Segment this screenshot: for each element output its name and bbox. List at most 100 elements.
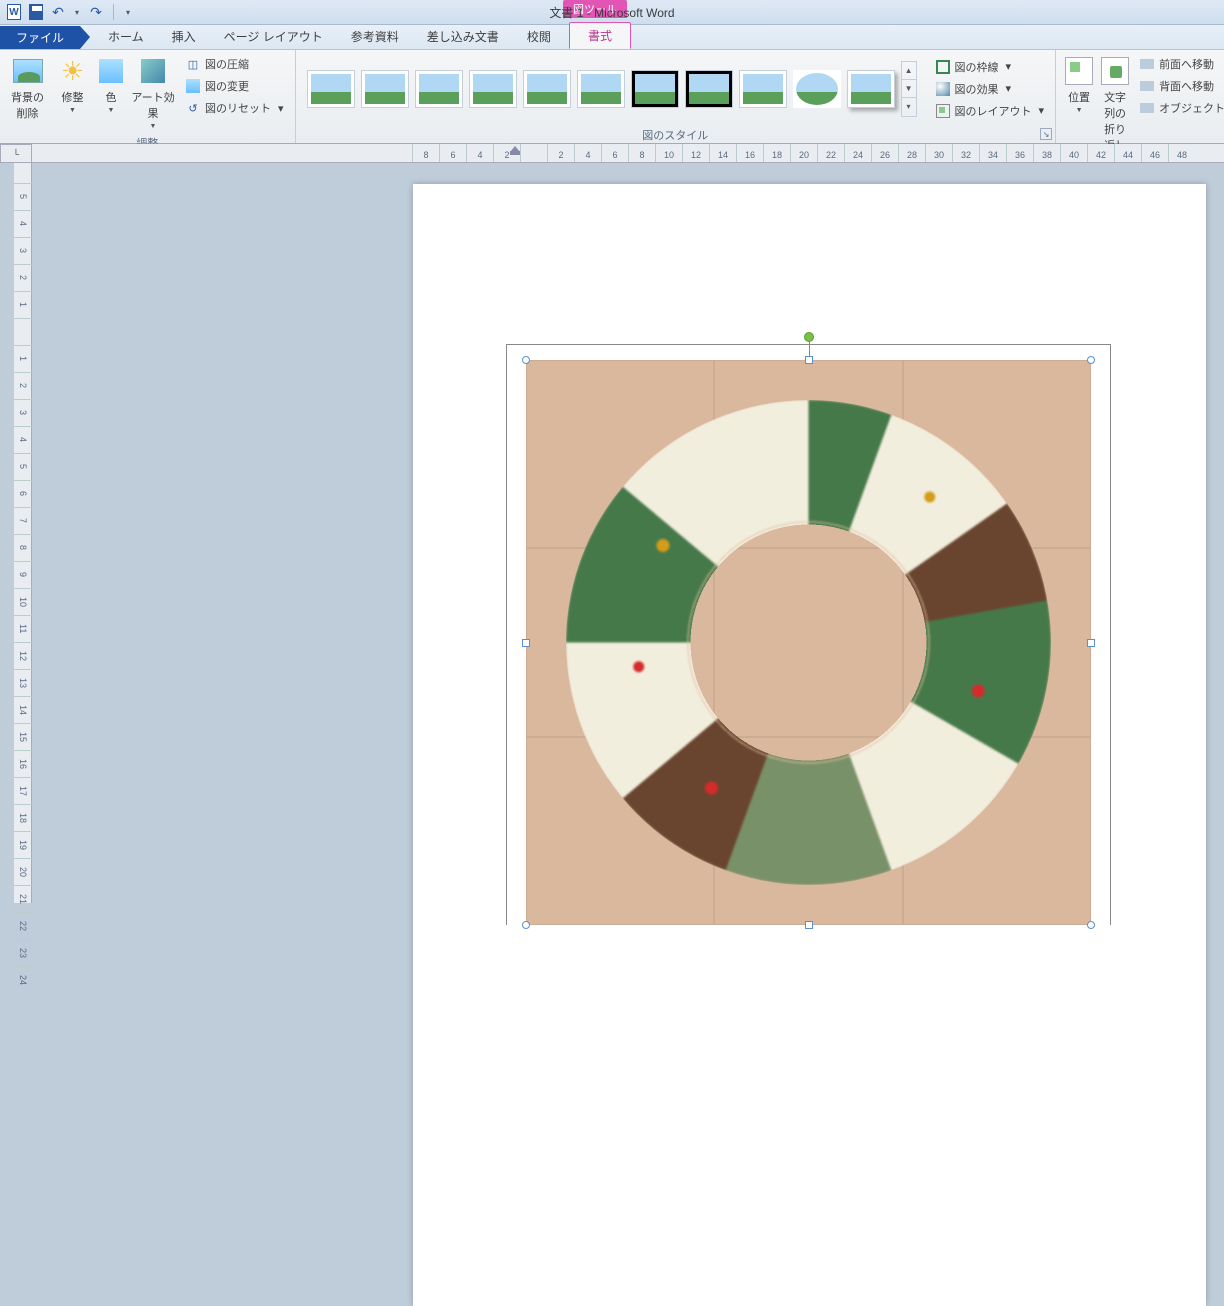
style-thumb[interactable] [631,70,679,108]
undo-dropdown[interactable]: ▾ [72,8,82,17]
compress-pictures-button[interactable]: ◫図の圧縮 [183,55,286,73]
tab-insert[interactable]: 挿入 [158,24,210,49]
picture-border-button[interactable]: 図の枠線▾ [933,58,1047,76]
compress-icon: ◫ [185,56,201,72]
selection-icon [1139,100,1155,116]
window-title: 文書 1 - Microsoft Word [549,4,674,21]
backward-icon [1139,78,1155,94]
border-icon [935,59,951,75]
group-picture-styles: ▲ ▼ ▾ 図の枠線▾ 図の効果▾ 図のレイアウト▾ 図のスタイル ↘ [296,50,1057,143]
ruler-tick: 4 [14,426,32,453]
ruler-tick: 8 [412,144,439,163]
gallery-down-icon[interactable]: ▼ [902,80,916,98]
style-thumb[interactable] [307,70,355,108]
horizontal-ruler[interactable]: 8642246810121416182022242628303234363840… [32,144,1224,163]
resize-handle-rc[interactable] [1087,639,1095,647]
style-thumb[interactable] [361,70,409,108]
ruler-tick: 22 [14,912,32,939]
ruler-tick: 17 [14,777,32,804]
selection-pane-button[interactable]: オブジェクトの [1137,99,1224,117]
ruler-tick: 24 [14,966,32,993]
ruler-tick: 20 [14,858,32,885]
qat-customize-dropdown[interactable]: ▾ [123,8,133,17]
position-button[interactable]: 位置 ▼ [1061,53,1097,116]
tab-review[interactable]: 校閲 [513,24,565,49]
ribbon-tabs: ファイル ホーム 挿入 ページ レイアウト 参考資料 差し込み文書 校閲 表示 … [0,25,1224,50]
ruler-tick: 18 [14,804,32,831]
picture-effects-button[interactable]: 図の効果▾ [933,80,1047,98]
picture-styles-gallery[interactable]: ▲ ▼ ▾ [301,55,923,123]
ruler-tick: 44 [1114,144,1141,163]
ruler-tick: 48 [1168,144,1195,163]
resize-handle-br[interactable] [1087,921,1095,929]
change-picture-button[interactable]: 図の変更 [183,77,286,95]
vertical-ruler[interactable]: 5432112345678910111213141516171819202122… [14,163,32,903]
reset-picture-button[interactable]: ↺図のリセット▾ [183,99,286,117]
resize-handle-bl[interactable] [522,921,530,929]
style-thumb[interactable] [685,70,733,108]
ruler-tick: 24 [844,144,871,163]
color-button[interactable]: 色 ▼ [95,53,127,116]
resize-handle-tc[interactable] [805,356,813,364]
selected-image[interactable] [526,360,1091,925]
corrections-button[interactable]: ☀ 修整 ▼ [50,53,95,116]
rotation-connector [809,342,810,356]
ruler-tick: 13 [14,669,32,696]
gallery-more-icon[interactable]: ▾ [902,98,916,116]
save-button[interactable] [28,4,44,20]
ruler-tick: 6 [439,144,466,163]
group-styles-label: 図のスタイル [642,130,708,142]
style-thumb[interactable] [847,70,895,108]
resize-handle-tr[interactable] [1087,356,1095,364]
bring-forward-button[interactable]: 前面へ移動 [1137,55,1224,73]
style-thumb[interactable] [793,70,841,108]
chevron-down-icon: ▾ [1039,104,1045,117]
ruler-tick: 2 [547,144,574,163]
style-thumb[interactable] [577,70,625,108]
ruler-tick: 34 [979,144,1006,163]
ruler-corner-tab-icon[interactable]: └ [0,144,32,163]
wreath-image [526,360,1091,925]
resize-handle-tl[interactable] [522,356,530,364]
style-thumb[interactable] [469,70,517,108]
remove-background-button[interactable]: 背景の 削除 [5,53,50,123]
tab-mailings[interactable]: 差し込み文書 [413,24,513,49]
style-thumb[interactable] [523,70,571,108]
gallery-scroll[interactable]: ▲ ▼ ▾ [901,61,917,117]
ruler-tick: 21 [14,885,32,912]
ruler-tick: 23 [14,939,32,966]
undo-button[interactable]: ↶ [50,4,66,20]
ruler-tick: 7 [14,507,32,534]
style-thumb[interactable] [415,70,463,108]
dialog-launcher-icon[interactable]: ↘ [1040,128,1052,140]
tab-home[interactable]: ホーム [94,24,158,49]
redo-button[interactable]: ↷ [88,4,104,20]
document-page[interactable] [413,184,1206,1306]
picture-layout-button[interactable]: 図のレイアウト▾ [933,102,1047,120]
ruler-tick: 5 [14,183,32,210]
ruler-tick: 26 [871,144,898,163]
tab-references[interactable]: 参考資料 [337,24,413,49]
gallery-up-icon[interactable]: ▲ [902,62,916,80]
artistic-effects-button[interactable]: アート効果 ▼ [127,53,179,132]
resize-handle-bc[interactable] [805,921,813,929]
tab-page-layout[interactable]: ページ レイアウト [210,24,337,49]
resize-handle-lc[interactable] [522,639,530,647]
ruler-tick: 30 [925,144,952,163]
chevron-down-icon: ▾ [278,102,284,115]
group-adjust: 背景の 削除 ☀ 修整 ▼ 色 ▼ アート効果 ▼ ◫図の圧縮 図の変更 ↺図の… [0,50,296,143]
forward-icon [1139,56,1155,72]
change-picture-icon [185,78,201,94]
tab-format[interactable]: 書式 [569,22,631,49]
style-thumb[interactable] [739,70,787,108]
chevron-down-icon: ▼ [150,123,157,130]
ruler-tick: 14 [14,696,32,723]
chevron-down-icon: ▾ [1006,82,1012,95]
send-backward-button[interactable]: 背面へ移動 [1137,77,1224,95]
ruler-tick: 40 [1060,144,1087,163]
ruler-tick: 36 [1006,144,1033,163]
chevron-down-icon: ▼ [1076,107,1083,114]
indent-marker[interactable] [510,146,520,156]
rotation-handle[interactable] [804,332,814,342]
tab-file[interactable]: ファイル [0,26,80,49]
